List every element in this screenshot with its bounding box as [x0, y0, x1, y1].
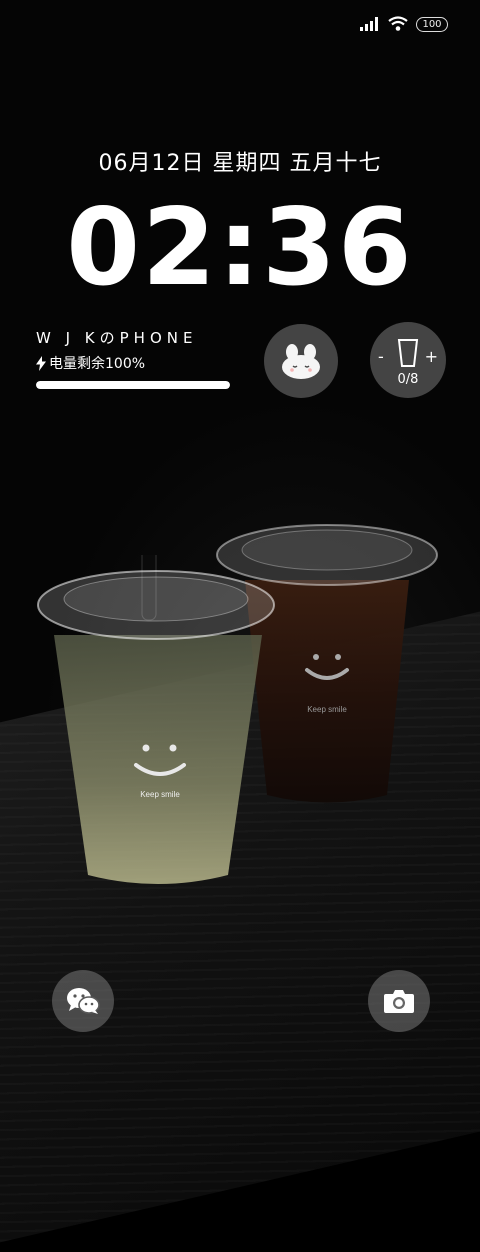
bunny-icon	[282, 344, 320, 379]
owner-name: W J KのPHONE	[36, 329, 198, 347]
lemon-cup-label: Keep smile	[140, 790, 180, 799]
battery-status: 电量剩余100%	[36, 353, 145, 373]
glass-icon	[397, 339, 419, 367]
lockscreen-clock: 02:36	[66, 186, 414, 309]
signal-icon	[360, 17, 378, 31]
coffee-cup-label: Keep smile	[307, 705, 347, 714]
battery-icon: 100	[416, 16, 448, 32]
battery-progress-bar	[36, 381, 230, 389]
wechat-shortcut-button[interactable]	[52, 970, 114, 1032]
bunny-widget[interactable]	[264, 324, 338, 398]
wechat-icon	[67, 988, 100, 1014]
water-count: 0/8	[397, 372, 419, 387]
lockscreen-date: 06月12日 星期四 五月十七	[98, 151, 382, 176]
wifi-icon	[388, 16, 408, 31]
water-decrease-button[interactable]: -	[378, 347, 384, 366]
battery-progress-fill	[36, 381, 230, 389]
camera-shortcut-button[interactable]	[368, 970, 430, 1032]
lightning-icon	[36, 355, 46, 371]
status-bar: 100	[0, 0, 480, 52]
wallpaper-lemon-cup: Keep smile	[37, 555, 275, 884]
water-increase-button[interactable]: +	[425, 347, 438, 366]
battery-status-text: 电量剩余100%	[49, 356, 146, 372]
camera-icon	[384, 990, 414, 1013]
water-tracker-widget: - + 0/8	[370, 322, 446, 398]
